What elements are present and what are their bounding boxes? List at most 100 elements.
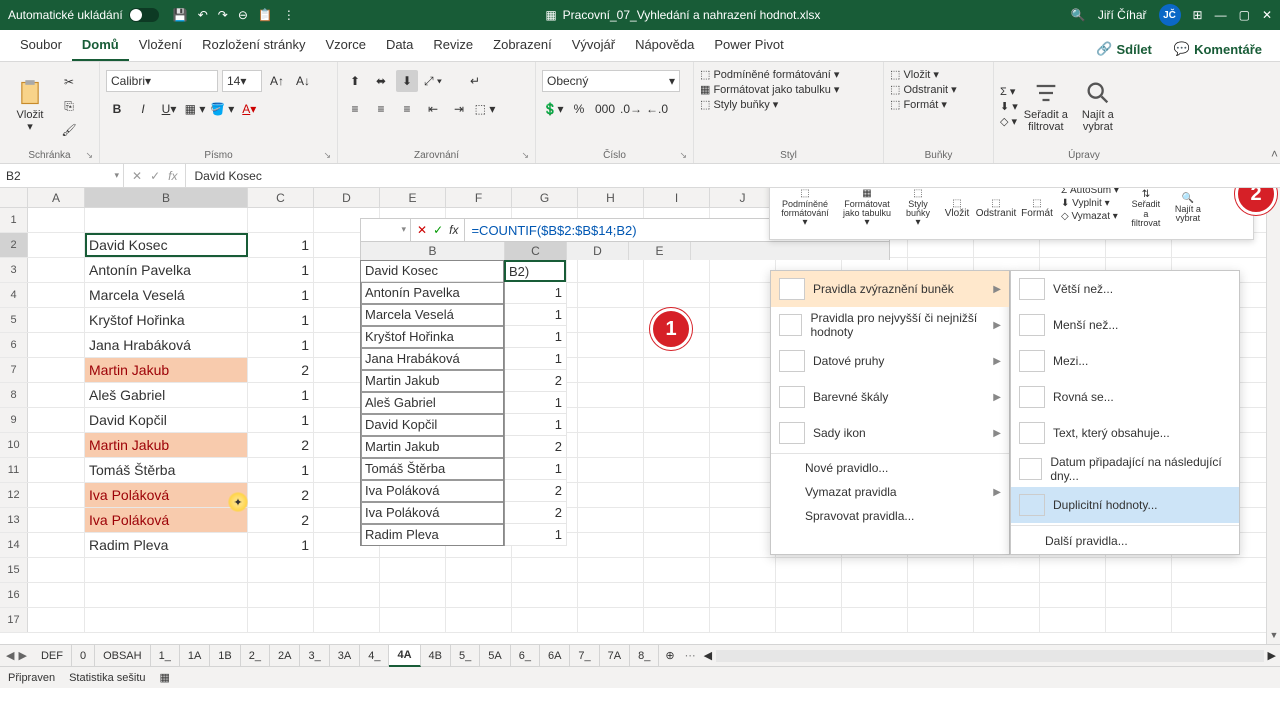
- tab-domů[interactable]: Domů: [72, 31, 129, 61]
- cell[interactable]: Antonín Pavelka: [85, 258, 248, 282]
- cf-date-occurring[interactable]: Datum připadající na následující dny...: [1011, 451, 1239, 487]
- percent-icon[interactable]: %: [568, 98, 590, 120]
- redo-icon[interactable]: ↷: [218, 8, 228, 22]
- cell[interactable]: David Kosec: [85, 233, 248, 257]
- cell[interactable]: 2: [248, 508, 314, 532]
- undo-icon[interactable]: ↶: [198, 8, 208, 22]
- orientation-icon[interactable]: ⤢ ▾: [422, 70, 444, 92]
- cell[interactable]: [1040, 558, 1106, 582]
- sheet-tab[interactable]: 6A: [540, 645, 570, 667]
- sheet-tab[interactable]: 5A: [480, 645, 510, 667]
- row-header[interactable]: 14: [0, 533, 28, 557]
- worksheet-grid[interactable]: ABCDEFGHIJKLMNOP 12David Kosec13Antonín …: [0, 188, 1280, 644]
- italic-icon[interactable]: I: [132, 98, 154, 120]
- cell[interactable]: [28, 558, 85, 582]
- tab-data[interactable]: Data: [376, 31, 423, 61]
- col-header-H[interactable]: H: [578, 188, 644, 207]
- touch-icon[interactable]: ⋮: [283, 8, 295, 22]
- sheet-tab[interactable]: 6_: [511, 645, 540, 667]
- cell[interactable]: [28, 383, 85, 407]
- cell[interactable]: [248, 558, 314, 582]
- cell[interactable]: [248, 608, 314, 632]
- cell[interactable]: [85, 608, 248, 632]
- cell[interactable]: [85, 558, 248, 582]
- cf-data-bars[interactable]: Datové pruhy▶: [771, 343, 1009, 379]
- delete-cells-button[interactable]: ⬚ Odstranit ▾: [890, 83, 957, 96]
- row-header[interactable]: 5: [0, 308, 28, 332]
- vertical-scrollbar[interactable]: ▲▼: [1266, 188, 1280, 644]
- sheet-tab[interactable]: 4B: [421, 645, 451, 667]
- align-right-icon[interactable]: ≡: [396, 98, 418, 120]
- cell[interactable]: Aleš Gabriel: [85, 383, 248, 407]
- cell[interactable]: [710, 608, 776, 632]
- row-header[interactable]: 4: [0, 283, 28, 307]
- cell[interactable]: [1040, 583, 1106, 607]
- cell[interactable]: Tomáš Štěrba: [85, 458, 248, 482]
- cell[interactable]: [28, 333, 85, 357]
- cell[interactable]: [512, 608, 578, 632]
- cell[interactable]: [842, 583, 908, 607]
- cell[interactable]: [1106, 558, 1172, 582]
- cell[interactable]: [380, 558, 446, 582]
- cell[interactable]: 1: [248, 258, 314, 282]
- sheet-tab[interactable]: 4_: [360, 645, 389, 667]
- cell[interactable]: [28, 208, 85, 232]
- cell[interactable]: [578, 583, 644, 607]
- cell[interactable]: Kryštof Hořinka: [85, 308, 248, 332]
- cell[interactable]: [512, 583, 578, 607]
- tab-zobrazení[interactable]: Zobrazení: [483, 31, 562, 61]
- new-sheet-button[interactable]: ⊕: [659, 649, 680, 662]
- fill-icon[interactable]: ⬇ ▾: [1000, 100, 1018, 113]
- cell[interactable]: [314, 558, 380, 582]
- indent-inc-icon[interactable]: ⇥: [448, 98, 470, 120]
- sheet-tab[interactable]: 2_: [241, 645, 270, 667]
- row-header[interactable]: 15: [0, 558, 28, 582]
- cell[interactable]: [710, 558, 776, 582]
- cell[interactable]: 1: [248, 333, 314, 357]
- col-header-C[interactable]: C: [248, 188, 314, 207]
- cell[interactable]: Marcela Veselá: [85, 283, 248, 307]
- sheet-tab[interactable]: 8_: [630, 645, 659, 667]
- col-header-F[interactable]: F: [446, 188, 512, 207]
- cell[interactable]: Jana Hrabáková: [85, 333, 248, 357]
- tab-soubor[interactable]: Soubor: [10, 31, 72, 61]
- cell[interactable]: 1: [248, 383, 314, 407]
- format-as-table-button[interactable]: ▦ Formátovat jako tabulku ▾: [700, 83, 839, 96]
- cell[interactable]: 1: [248, 308, 314, 332]
- tab-vývojář[interactable]: Vývojář: [562, 31, 625, 61]
- cell[interactable]: [28, 458, 85, 482]
- user-name[interactable]: Jiří Číhař: [1098, 8, 1147, 22]
- cell[interactable]: [974, 583, 1040, 607]
- row-header[interactable]: 17: [0, 608, 28, 632]
- row-header[interactable]: 10: [0, 433, 28, 457]
- tab-revize[interactable]: Revize: [423, 31, 483, 61]
- underline-icon[interactable]: U ▾: [158, 98, 180, 120]
- tab-nav-left[interactable]: ◀: [6, 649, 14, 662]
- bold-icon[interactable]: B: [106, 98, 128, 120]
- wrap-text-icon[interactable]: ↵: [464, 70, 486, 92]
- cell[interactable]: [908, 558, 974, 582]
- cell[interactable]: [314, 608, 380, 632]
- cell[interactable]: [446, 583, 512, 607]
- cell[interactable]: 1: [248, 533, 314, 557]
- cell[interactable]: [380, 608, 446, 632]
- cf-greater-than[interactable]: Větší než...: [1011, 271, 1239, 307]
- cell[interactable]: David Kopčil: [85, 408, 248, 432]
- font-color-icon[interactable]: A ▾: [238, 98, 260, 120]
- tab-rozložení stránky[interactable]: Rozložení stránky: [192, 31, 315, 61]
- sheet-tab[interactable]: 1B: [210, 645, 240, 667]
- cell[interactable]: [908, 583, 974, 607]
- fill-color-icon[interactable]: 🪣 ▾: [210, 98, 234, 120]
- decrease-font-icon[interactable]: A↓: [292, 70, 314, 92]
- cell[interactable]: [85, 583, 248, 607]
- status-stats[interactable]: Statistika sešitu: [69, 672, 145, 684]
- copy-icon[interactable]: ⎘: [58, 95, 80, 117]
- hscroll-left[interactable]: ◀: [704, 649, 712, 662]
- cell[interactable]: [1106, 583, 1172, 607]
- format-cells-button[interactable]: ⬚ Formát ▾: [890, 98, 947, 111]
- cell[interactable]: [776, 583, 842, 607]
- sheet-tab[interactable]: OBSAH: [95, 645, 151, 667]
- cell[interactable]: [974, 558, 1040, 582]
- cell[interactable]: [644, 583, 710, 607]
- cf-new-rule[interactable]: Nové pravidlo...: [771, 456, 1009, 480]
